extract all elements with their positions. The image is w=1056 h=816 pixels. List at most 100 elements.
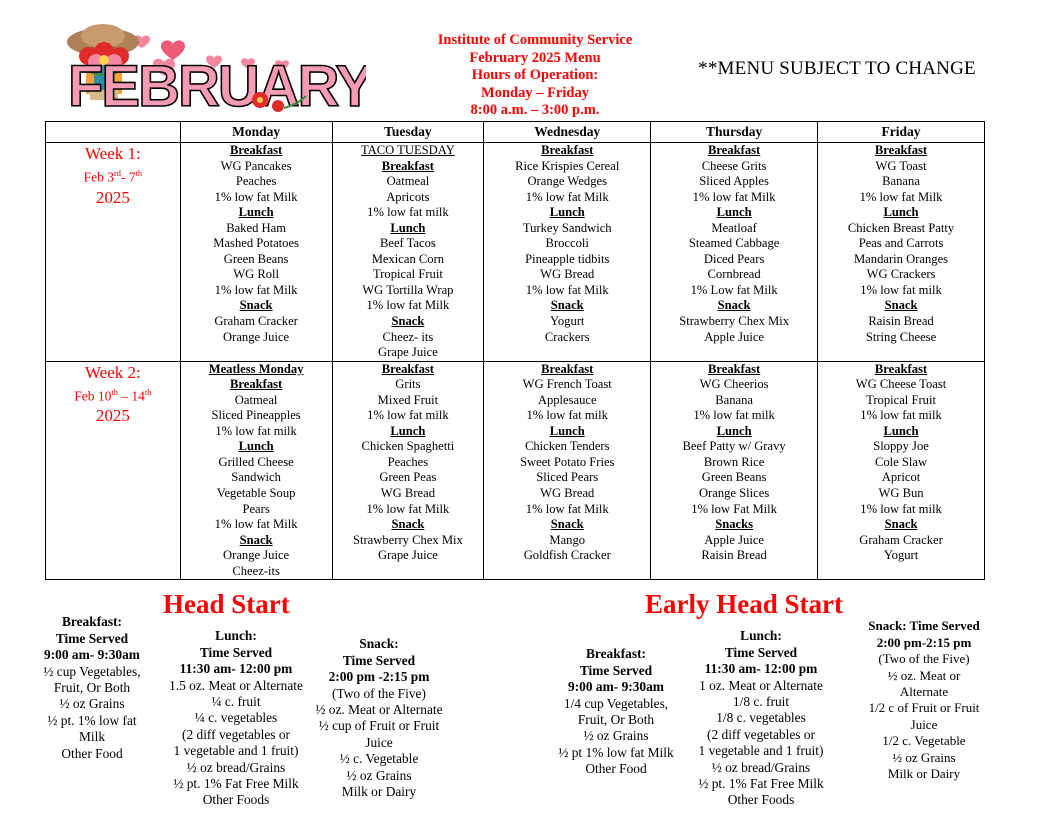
time-served-label: Time Served	[55, 630, 129, 646]
meal-heading: Lunch	[238, 439, 274, 454]
requirement-item: 1 vegetable and 1 fruit)	[173, 743, 299, 759]
menu-item: Graham Cracker	[859, 532, 943, 547]
menu-item: WG Roll	[233, 267, 280, 282]
menu-item: Brown Rice	[703, 454, 765, 469]
header-cell-friday: Friday	[817, 121, 985, 143]
menu-item: Mashed Potatoes	[213, 236, 299, 251]
menu-cell-week2-wednesday: Breakfast WG French Toast Applesauce 1% low…	[483, 360, 652, 581]
menu-item: Chicken Breast Patty	[847, 220, 955, 235]
requirement-item: Other Food	[585, 761, 647, 777]
early-head-start-snack: Snack: Time Served 2:00 pm-2:15 pm (Two …	[840, 618, 1008, 782]
meal-heading: Snack	[239, 532, 273, 547]
meal-heading: Lunch	[549, 423, 585, 438]
requirement-item: ½ pt 1% low fat Milk	[558, 744, 674, 760]
menu-item: 1% low fat milk	[693, 408, 775, 423]
week-year: 2025	[95, 406, 130, 426]
requirement-item: (2 diff vegetables or	[707, 726, 815, 742]
requirement-item: Milk or Dairy	[341, 783, 417, 799]
requirement-item: ½ cup of Fruit or Fruit	[318, 718, 440, 734]
menu-item: Pears	[242, 501, 270, 516]
time-served-label: Time Served	[199, 644, 273, 660]
menu-item: Mandarin Oranges	[853, 251, 949, 266]
menu-item: 1% low fat Milk	[525, 189, 609, 204]
menu-item: Grape Juice	[378, 345, 438, 360]
requirement-item: ½ oz Grains	[346, 767, 412, 783]
meal-heading: Breakfast	[874, 361, 928, 376]
meal-label: Snack: Time Served	[868, 618, 980, 634]
meal-heading: Lunch	[238, 205, 274, 220]
menu-cell-week1-monday: Breakfast WG Pancakes Peaches 1% low fat Mi…	[179, 142, 333, 362]
meal-heading: Snacks	[715, 517, 754, 532]
meal-heading: Meatless Monday	[208, 361, 304, 376]
requirement-item: 1/2 c of Fruit or Fruit	[868, 700, 980, 716]
menu-item: Strawberry Chex Mix	[352, 532, 463, 547]
menu-item: 1% low fat milk	[367, 408, 449, 423]
menu-item: Rice Krispies Cereal	[515, 158, 620, 173]
requirement-item: 1/8 c. fruit	[732, 693, 790, 709]
meal-heading: Lunch	[716, 423, 752, 438]
menu-cell-week2-thursday: Breakfast WG Cheerios Banana 1% low fat mil…	[650, 360, 819, 581]
menu-item: Mixed Fruit	[377, 392, 439, 407]
menu-item: WG Bread	[540, 267, 595, 282]
menu-item: 1% low fat Milk	[692, 189, 776, 204]
menu-item: Yogurt	[883, 548, 919, 563]
week-year: 2025	[95, 187, 130, 207]
menu-item: Sliced Pears	[536, 470, 599, 485]
requirement-item: 1 vegetable and 1 fruit)	[698, 743, 824, 759]
meal-heading: Lunch	[390, 423, 426, 438]
menu-cell-week2-tuesday: Breakfast Grits Mixed Fruit 1% low fat milk…	[331, 360, 485, 581]
menu-item: 1% low fat Milk	[525, 501, 609, 516]
menu-item: Orange Wedges	[527, 174, 607, 189]
meal-heading: Breakfast	[874, 143, 928, 157]
menu-item: Yogurt	[550, 314, 585, 329]
menu-item: Grits	[395, 377, 421, 392]
menu-item: Orange Slices	[698, 486, 770, 501]
requirement-item: ¼ c. fruit	[211, 693, 261, 709]
menu-item: Apricot	[881, 470, 921, 485]
menu-item: Cornbread	[707, 267, 761, 282]
menu-item: Green Beans	[701, 470, 767, 485]
menu-item: Green Peas	[379, 470, 437, 485]
requirement-item: Fruit, Or Both	[53, 679, 131, 695]
header-cell-monday: Monday	[179, 121, 333, 143]
header-line-3: Hours of Operation:	[471, 67, 599, 84]
menu-item: Goldfish Cracker	[523, 548, 611, 563]
menu-item: 1% low fat milk	[367, 205, 449, 220]
meal-heading: Snack	[550, 517, 584, 532]
header-cell-tuesday: Tuesday	[331, 121, 485, 143]
menu-item: Green Beans	[223, 251, 289, 266]
meal-items: (Two of the Five) ½ oz. Meat or Alternate…	[300, 686, 458, 801]
requirement-item: Fruit, Or Both	[577, 711, 655, 727]
meal-items: ½ cup Vegetables, Fruit, Or Both ½ oz Grai…	[18, 664, 166, 762]
meal-heading: Breakfast	[707, 143, 761, 157]
requirement-item: 1/4 cup Vegetables,	[563, 695, 669, 711]
requirement-item: ½ oz Grains	[892, 749, 956, 765]
header-line-4: Monday – Friday	[481, 84, 589, 101]
meal-label: Breakfast:	[61, 614, 122, 630]
meal-heading: Breakfast	[541, 143, 594, 157]
menu-item: Crackers	[544, 329, 590, 344]
menu-item: 1% low fat milk	[860, 408, 942, 423]
meal-heading: Lunch	[883, 423, 919, 438]
week-title: Week 1:	[84, 144, 141, 163]
meal-heading: Snack	[550, 298, 584, 313]
menu-item: WG Cheese Toast	[855, 377, 947, 392]
menu-item: Broccoli	[545, 236, 589, 251]
requirement-item: (Two of the Five)	[332, 685, 426, 701]
menu-item: Applesauce	[537, 392, 597, 407]
early-head-start-breakfast: Breakfast: Time Served 9:00 am- 9:30am 1…	[540, 646, 692, 777]
menu-item: Vegetable Soup	[216, 486, 296, 501]
requirement-item: Other Food	[61, 745, 123, 761]
requirement-item: ½ c. Vegetable	[339, 751, 419, 767]
organization-header: Institute of Community Service February …	[380, 32, 690, 120]
menu-item: WG French Toast	[522, 377, 612, 392]
header-line-1: Institute of Community Service	[437, 32, 633, 48]
head-start-title: Head Start	[163, 589, 290, 620]
menu-item: 1% low fat Milk	[214, 517, 298, 532]
page-header: FEBRUARY Institute of Community Service …	[0, 0, 1056, 120]
menu-cell-week1-wednesday: Breakfast Rice Krispies Cereal Orange Wedg…	[483, 142, 652, 362]
time-served-label: Time Served	[342, 652, 416, 668]
menu-item: WG Bread	[540, 486, 595, 501]
meal-label: Lunch:	[215, 628, 257, 644]
week-dates: Feb 3rd- 7th	[83, 169, 143, 185]
